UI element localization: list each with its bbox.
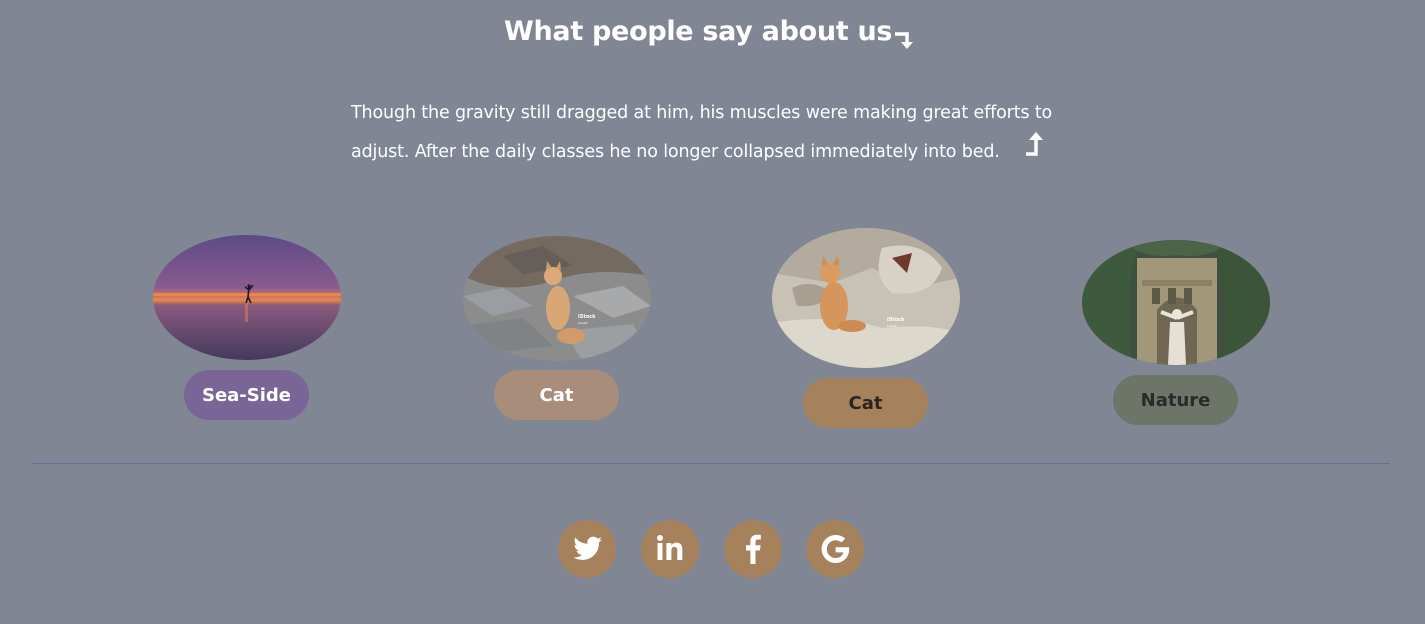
cat-on-stone-wall-photo: iStock Credit:	[772, 228, 960, 368]
twitter-icon	[573, 536, 602, 560]
testimonial-quote: Though the gravity still dragged at him,…	[351, 103, 1053, 162]
linkedin-link[interactable]	[641, 520, 699, 578]
down-right-arrow-icon	[895, 32, 913, 49]
section-divider	[31, 463, 1390, 464]
overgrown-arch-statue-photo	[1082, 240, 1270, 365]
section-heading: What people say about us	[504, 16, 893, 47]
up-arrow-icon	[1026, 132, 1043, 156]
section-header: What people say about us	[0, 14, 1425, 58]
google-icon	[821, 535, 850, 563]
linkedin-icon	[657, 535, 683, 560]
photo-credit: Credit:	[887, 324, 897, 328]
gallery-card-cat-2: iStock Credit: Cat	[772, 228, 962, 428]
gallery-card-nature: Nature	[1082, 240, 1272, 425]
photo-watermark: iStock	[578, 314, 596, 320]
facebook-link[interactable]	[724, 520, 782, 578]
twitter-link[interactable]	[558, 520, 616, 578]
gallery-card-cat-1: iStock Credit: Cat	[463, 236, 653, 420]
photo-watermark: iStock	[887, 317, 905, 323]
facebook-icon	[746, 534, 761, 564]
gallery-card-sea-side: Sea-Side	[153, 235, 343, 420]
cat-tag-button[interactable]: Cat	[803, 378, 928, 428]
photo-credit: Credit:	[578, 321, 588, 325]
sea-side-tag-button[interactable]: Sea-Side	[184, 370, 309, 420]
nature-tag-button[interactable]: Nature	[1113, 375, 1238, 425]
sunset-beach-photo	[153, 235, 341, 360]
google-link[interactable]	[806, 520, 864, 578]
cat-on-rocks-photo: iStock Credit:	[463, 236, 651, 361]
cat-tag-button[interactable]: Cat	[494, 370, 619, 420]
